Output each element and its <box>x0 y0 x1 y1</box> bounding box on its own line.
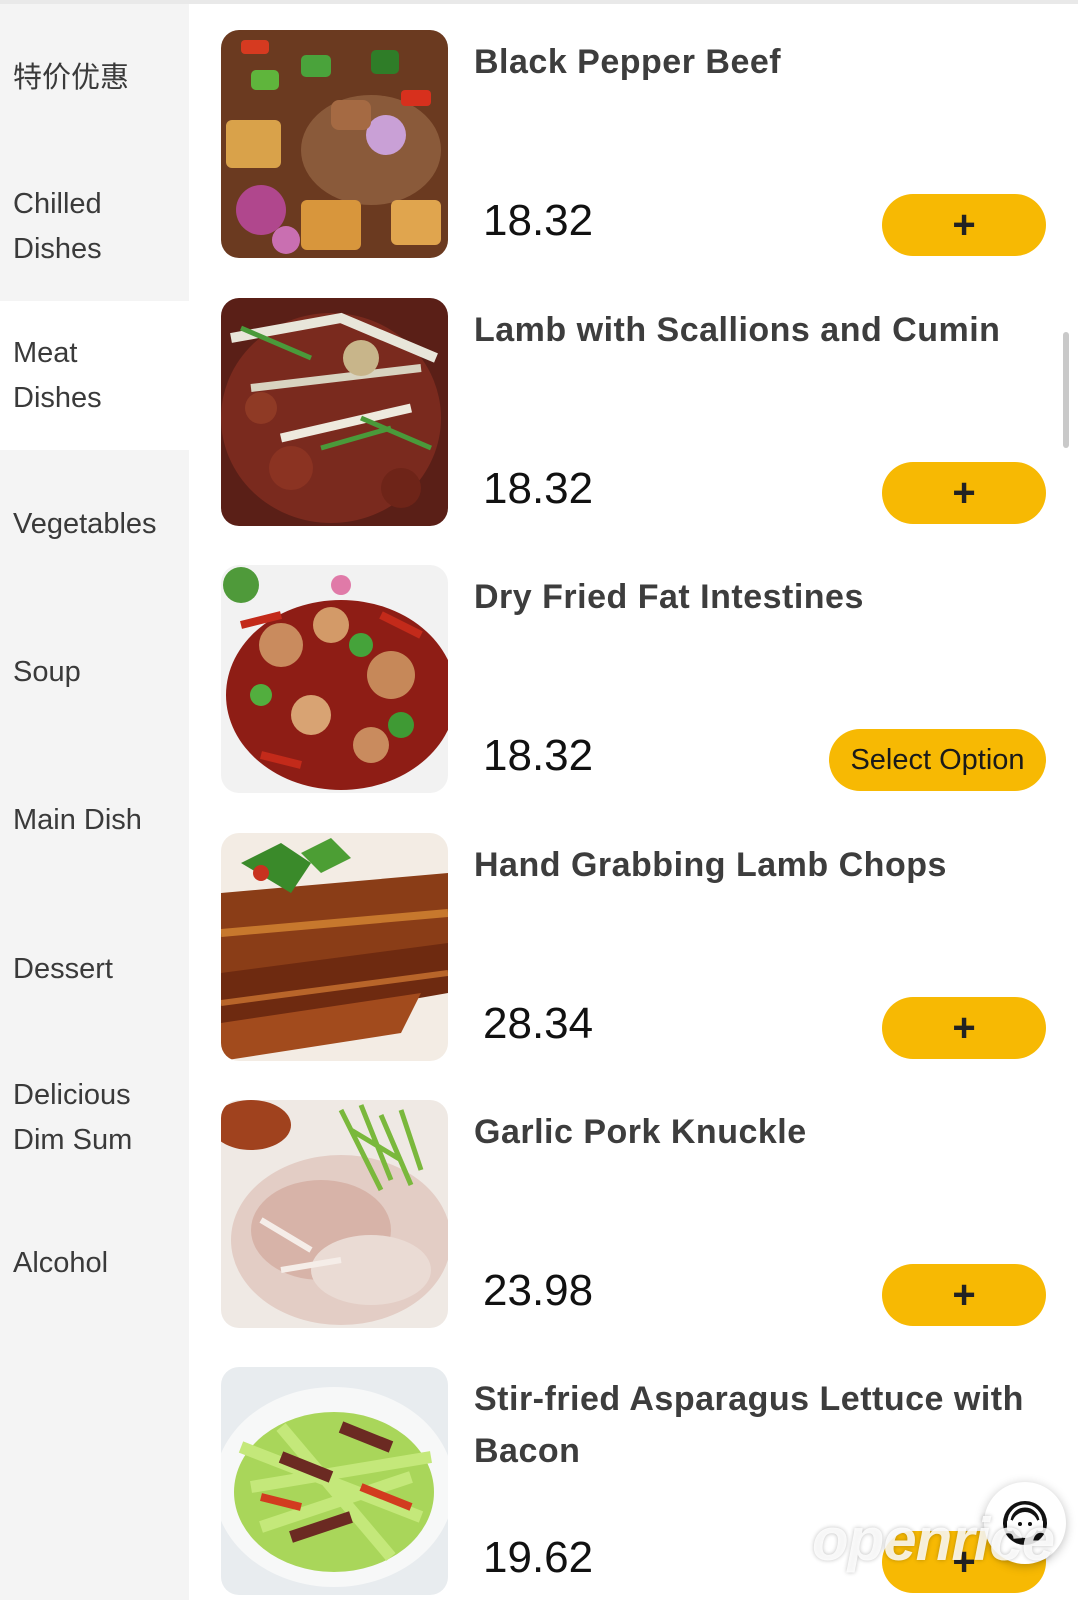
plus-icon: + <box>952 1006 976 1050</box>
dish-photo[interactable] <box>221 1100 448 1328</box>
plus-icon: + <box>952 1540 976 1584</box>
dish-name: Garlic Pork Knuckle <box>474 1113 807 1151</box>
category-dessert[interactable]: Dessert <box>0 895 189 1043</box>
dish-price: 18.32 <box>483 731 594 780</box>
menu-item: Garlic Pork Knuckle 23.98 + <box>221 1100 1051 1328</box>
select-option-button[interactable]: Select Option <box>829 729 1046 791</box>
category-sidebar: 特价优惠 Chilled Dishes Meat Dishes Vegetabl… <box>0 4 189 1600</box>
plus-icon: + <box>952 203 976 247</box>
dish-photo[interactable] <box>221 30 448 258</box>
category-label: Vegetables <box>13 507 157 540</box>
menu-item: Hand Grabbing Lamb Chops 28.34 + <box>221 833 1051 1061</box>
dish-photo[interactable] <box>221 298 448 526</box>
dish-price: 23.98 <box>483 1266 594 1315</box>
dish-name: Hand Grabbing Lamb Chops <box>474 846 947 884</box>
dish-name: Stir-fried Asparagus Lettuce with Bacon <box>474 1380 1024 1470</box>
category-main-dish[interactable]: Main Dish <box>0 746 189 895</box>
menu-item: Black Pepper Beef 18.32 + <box>221 30 1051 258</box>
customer-service-headset-icon <box>1003 1501 1047 1545</box>
category-dim-sum[interactable]: Delicious Dim Sum <box>0 1043 189 1192</box>
category-special-offers[interactable]: 特价优惠 <box>0 4 189 153</box>
category-label: Alcohol <box>13 1247 109 1279</box>
dish-price: 18.32 <box>483 196 594 245</box>
dish-photo[interactable] <box>221 1367 448 1595</box>
scrollbar[interactable] <box>1063 332 1069 448</box>
category-chilled-dishes[interactable]: Chilled Dishes <box>0 153 189 301</box>
menu-item: Stir-fried Asparagus Lettuce with Bacon … <box>221 1367 1051 1595</box>
dish-photo[interactable] <box>221 833 448 1061</box>
dish-price: 18.32 <box>483 464 594 513</box>
dish-name: Dry Fried Fat Intestines <box>474 578 864 616</box>
dish-price: 28.34 <box>483 999 594 1048</box>
dish-name: Lamb with Scallions and Cumin <box>474 311 1001 349</box>
category-label: Dessert <box>13 952 113 985</box>
plus-icon: + <box>952 471 976 515</box>
menu-item: Dry Fried Fat Intestines 18.32 Select Op… <box>221 565 1051 793</box>
add-to-cart-button[interactable]: + <box>882 194 1046 256</box>
dish-price: 19.62 <box>483 1533 594 1582</box>
plus-icon: + <box>952 1273 976 1317</box>
category-meat-dishes[interactable]: Meat Dishes <box>0 301 189 450</box>
add-to-cart-button[interactable]: + <box>882 462 1046 524</box>
category-vegetables[interactable]: Vegetables <box>0 450 189 598</box>
customer-service-button[interactable] <box>984 1482 1066 1564</box>
category-alcohol[interactable]: Alcohol <box>0 1192 189 1335</box>
add-to-cart-button[interactable]: + <box>882 1264 1046 1326</box>
category-label: Chilled Dishes <box>13 188 102 265</box>
category-label: Delicious Dim Sum <box>13 1078 133 1156</box>
dish-photo[interactable] <box>221 565 448 793</box>
add-to-cart-button[interactable]: + <box>882 997 1046 1059</box>
category-label: Meat Dishes <box>13 336 102 414</box>
category-label: Soup <box>13 655 81 688</box>
category-label: 特价优惠 <box>13 62 130 94</box>
category-label: Main Dish <box>13 804 142 836</box>
menu-item: Lamb with Scallions and Cumin 18.32 + <box>221 298 1051 526</box>
dish-name: Black Pepper Beef <box>474 43 782 81</box>
category-soup[interactable]: Soup <box>0 598 189 746</box>
